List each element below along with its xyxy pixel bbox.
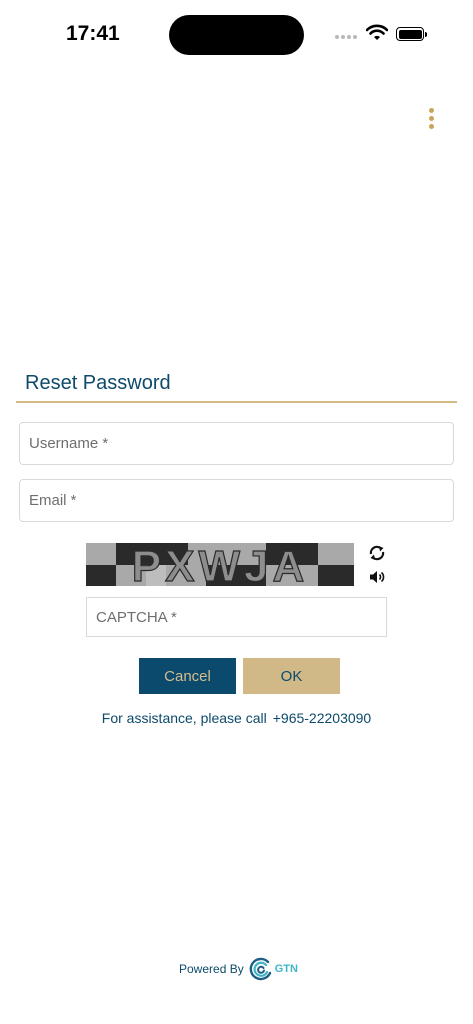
gtn-brand-text: GTN <box>274 963 298 975</box>
status-bar: 17:41 <box>0 0 473 70</box>
captcha-image: PXWJA <box>86 543 354 586</box>
captcha-field-container <box>86 597 387 637</box>
ok-button[interactable]: OK <box>243 658 340 694</box>
cancel-button[interactable]: Cancel <box>139 658 236 694</box>
captcha-field[interactable] <box>87 598 386 636</box>
speaker-icon[interactable] <box>369 570 385 584</box>
status-time: 17:41 <box>66 22 120 45</box>
powered-by: Powered By GTN <box>179 957 298 981</box>
username-field-container <box>19 422 454 465</box>
assistance-phone-link[interactable]: +965-22203090 <box>273 710 372 726</box>
more-menu-button[interactable] <box>423 106 441 130</box>
page-title: Reset Password <box>25 372 171 394</box>
email-field-container <box>19 479 454 522</box>
title-divider <box>16 401 457 403</box>
dynamic-island <box>169 15 304 55</box>
assistance-text: For assistance, please call <box>101 710 267 726</box>
cellular-signal-icon <box>335 35 359 41</box>
username-field[interactable] <box>20 423 453 464</box>
assistance-line: For assistance, please call +965-22203090 <box>0 710 473 726</box>
email-field[interactable] <box>20 480 453 521</box>
gtn-logo-icon <box>249 957 271 981</box>
battery-icon <box>396 27 427 41</box>
powered-by-label: Powered By <box>179 962 244 976</box>
refresh-icon[interactable] <box>368 545 386 561</box>
captcha-text: PXWJA <box>132 543 308 586</box>
wifi-icon <box>366 24 388 40</box>
